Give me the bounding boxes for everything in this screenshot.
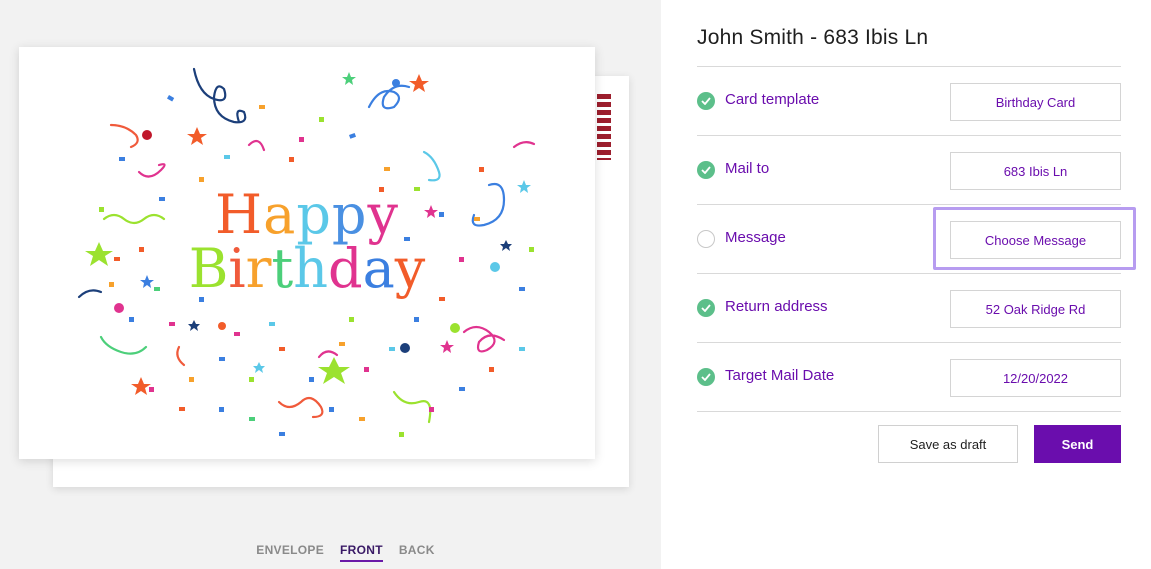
card-front-preview: Happy Birthday [19,47,595,459]
row-label: Card template [725,91,820,108]
check-icon [697,161,715,179]
row-mail-to: Mail to 683 Ibis Ln [697,136,1121,205]
greeting-letter: r [245,237,272,300]
row-return-address: Return address 52 Oak Ridge Rd [697,274,1121,343]
row-message: Message Choose Message [697,205,1121,274]
greeting-birthday: Birthday [19,237,595,300]
greeting-letter: d [327,237,363,300]
tab-back[interactable]: BACK [399,543,435,562]
row-card-template: Card template Birthday Card [697,67,1121,136]
check-icon [697,299,715,317]
target-mail-date-button[interactable]: 12/20/2022 [950,359,1121,397]
tab-front[interactable]: FRONT [340,543,383,562]
row-label: Mail to [725,160,770,177]
greeting-letter: y [394,237,426,300]
card-template-button[interactable]: Birthday Card [950,83,1121,121]
choose-message-button[interactable]: Choose Message [950,221,1121,259]
row-target-mail-date: Target Mail Date 12/20/2022 [697,343,1121,412]
page-title: John Smith - 683 Ibis Ln [697,26,929,49]
send-button[interactable]: Send [1034,425,1121,463]
row-label: Return address [725,298,828,315]
row-label: Target Mail Date [725,367,835,384]
form-actions: Save as draft Send [697,425,1121,463]
check-icon [697,92,715,110]
greeting-letter: a [362,237,395,300]
view-tabs: ENVELOPE FRONT BACK [0,543,661,562]
greeting-letter: h [293,237,328,300]
empty-circle-icon [697,230,715,248]
stamp-graphic [597,94,611,160]
mail-to-button[interactable]: 683 Ibis Ln [950,152,1121,190]
return-address-button[interactable]: 52 Oak Ridge Rd [950,290,1121,328]
row-label: Message [725,229,786,246]
greeting-letter: t [271,237,294,300]
card-preview-panel: Happy Birthday ENVELOPE FRONT BACK [0,0,661,569]
save-draft-button[interactable]: Save as draft [878,425,1018,463]
check-icon [697,368,715,386]
greeting-letter: i [228,237,246,300]
tab-envelope[interactable]: ENVELOPE [256,543,324,562]
greeting-letter: B [188,237,229,300]
